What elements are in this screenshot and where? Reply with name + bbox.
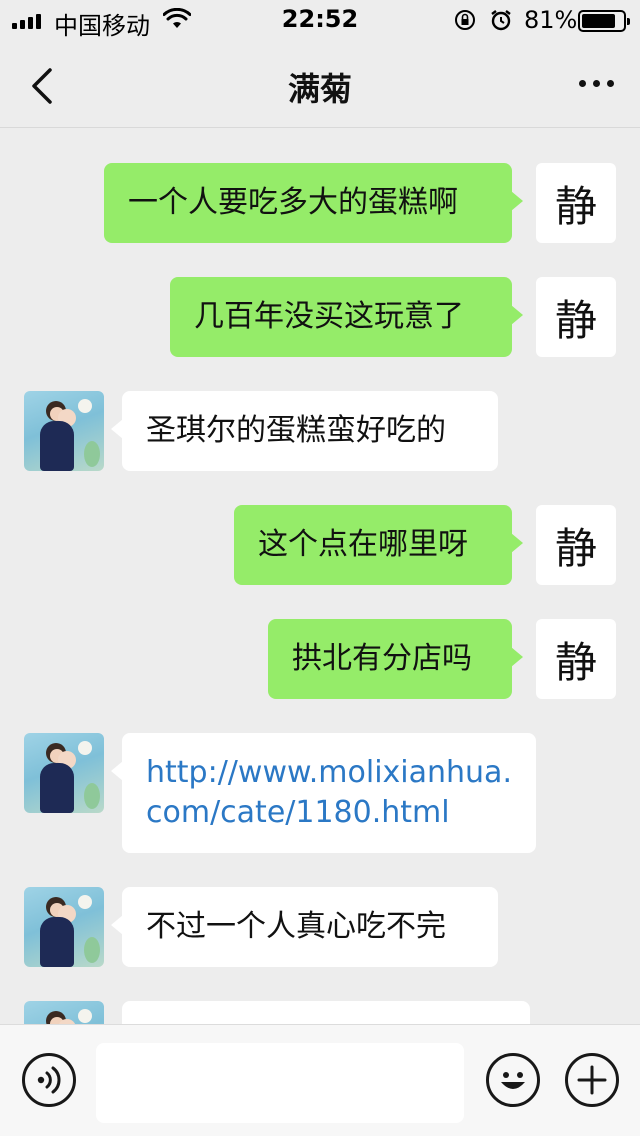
my-avatar[interactable]: 静	[536, 277, 616, 357]
chat-title: 满菊	[287, 70, 352, 108]
message-input[interactable]	[96, 1043, 464, 1123]
url-link[interactable]: http://www.molixianhua.com/cate/1180.htm…	[146, 753, 512, 833]
my-avatar[interactable]: 静	[536, 619, 616, 699]
battery-icon	[578, 10, 630, 32]
more-dots-icon[interactable]	[579, 80, 614, 87]
message-bubble[interactable]: 圣琪尔的蛋糕蛮好吃的	[111, 391, 498, 471]
chat-header: 满菊	[0, 40, 640, 128]
my-avatar[interactable]: 静	[536, 163, 616, 243]
status-bar: 中国移动 22:52 81%	[0, 0, 640, 40]
message-bubble[interactable]: 拱北有分店吗	[268, 619, 523, 699]
my-avatar[interactable]: 静	[536, 505, 616, 585]
contact-avatar[interactable]	[24, 733, 104, 813]
voice-icon[interactable]	[22, 1053, 76, 1107]
message-bubble[interactable]: 不过一个人真心吃不完	[111, 887, 498, 967]
input-bar	[0, 1024, 640, 1136]
message-bubble: http://www.molixianhua.com/cate/1180.htm…	[111, 733, 536, 853]
contact-avatar[interactable]	[24, 391, 104, 471]
message-bubble[interactable]: 这个点在哪里呀	[234, 505, 523, 585]
emoji-icon[interactable]	[486, 1053, 540, 1107]
battery-percent: 81%	[524, 6, 578, 34]
plus-icon[interactable]	[565, 1053, 619, 1107]
alarm-icon	[491, 10, 511, 31]
orientation-lock-icon	[455, 10, 475, 30]
contact-avatar[interactable]	[24, 887, 104, 967]
message-bubble[interactable]: 几百年没买这玩意了	[170, 277, 523, 357]
message-bubble[interactable]: 一个人要吃多大的蛋糕啊	[104, 163, 523, 243]
